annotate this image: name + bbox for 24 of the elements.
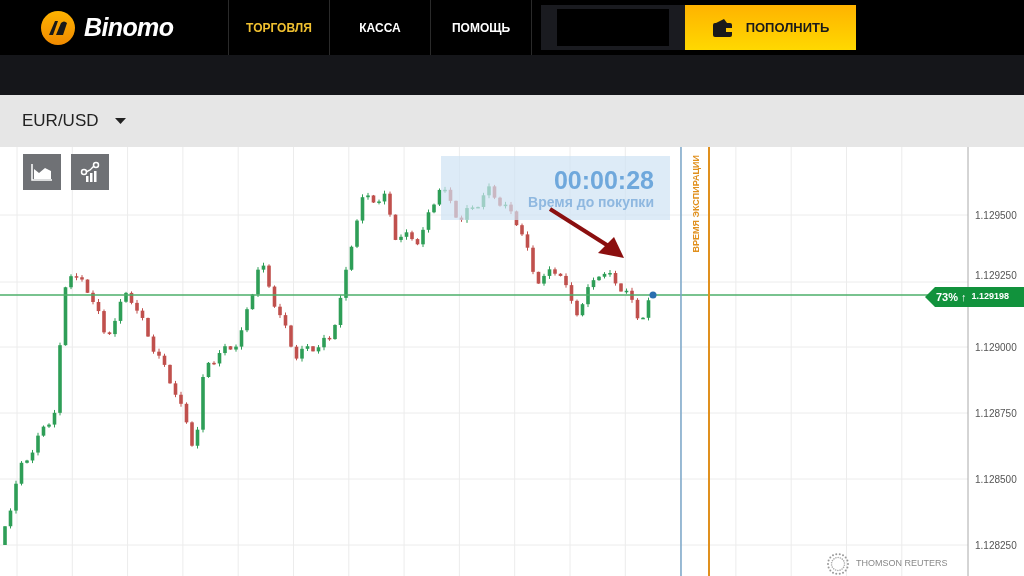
area-chart-button[interactable] xyxy=(23,154,61,190)
provider-name: THOMSON REUTERS xyxy=(856,557,948,571)
expiration-label: ВРЕМЯ ЭКСПИРАЦИИ xyxy=(690,155,703,253)
indicators-button[interactable] xyxy=(71,154,109,190)
wallet-icon xyxy=(711,17,734,38)
area-chart-icon xyxy=(31,163,53,181)
logo-icon xyxy=(40,9,76,46)
current-price-dot xyxy=(649,291,657,299)
current-price: 1.129198 xyxy=(971,290,1010,304)
provider-logo-icon xyxy=(826,553,850,575)
axis-label: 1.129500 xyxy=(975,210,1017,221)
axis-label: 1.128250 xyxy=(975,540,1017,551)
logo-text: Binomo xyxy=(84,11,174,43)
axis-label: 1.129250 xyxy=(975,270,1017,281)
axis-label: 1.128750 xyxy=(975,408,1017,419)
axis-label: 1.128500 xyxy=(975,474,1017,485)
axis-label: 1.129000 xyxy=(975,342,1017,353)
caret-icon xyxy=(114,118,126,124)
deposit-button[interactable]: ПОПОЛНИТЬ xyxy=(685,5,856,50)
indicators-icon xyxy=(79,161,101,183)
payout-percent: 73% ↑ xyxy=(936,289,967,305)
asset-selector[interactable]: EUR/USD xyxy=(22,108,126,134)
countdown-timer: 00:00:28 xyxy=(553,166,654,194)
timer-caption: Время до покупки xyxy=(528,194,654,210)
